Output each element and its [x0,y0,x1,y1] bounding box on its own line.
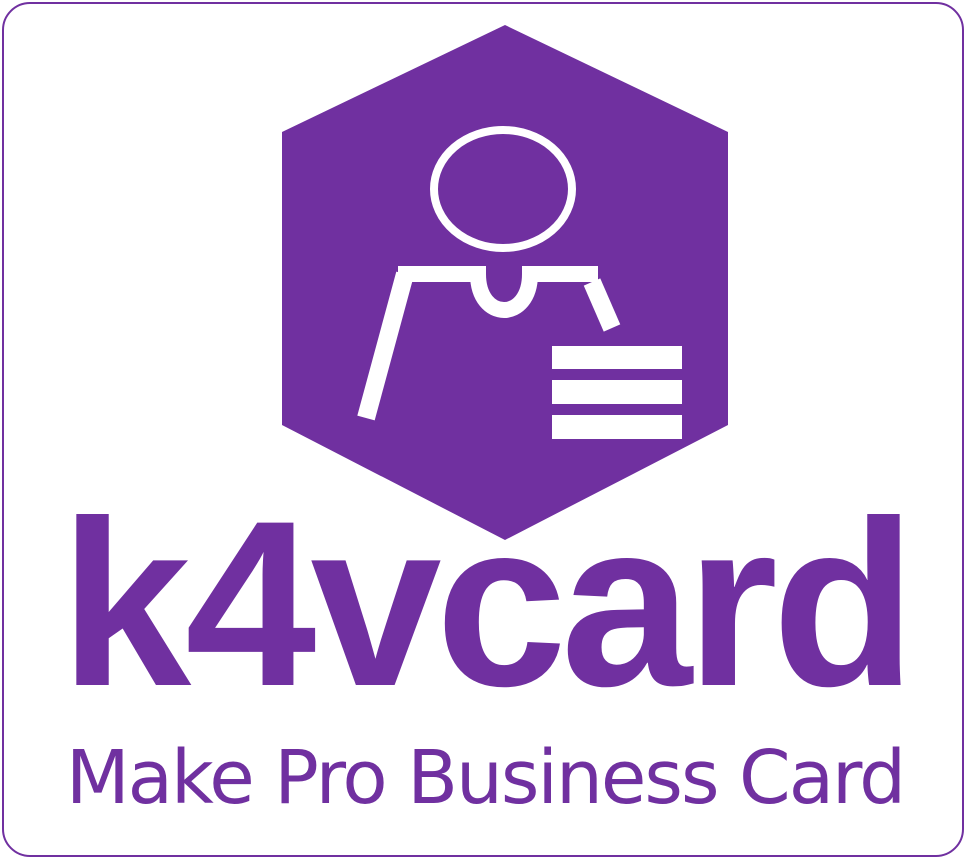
card-line-3 [552,415,682,439]
card-line-2 [552,380,682,404]
card-line-1 [552,346,682,369]
hexagon-shape [282,25,728,540]
brand-name: k4vcard [59,472,916,736]
tagline: Make Pro Business Card [65,735,906,821]
